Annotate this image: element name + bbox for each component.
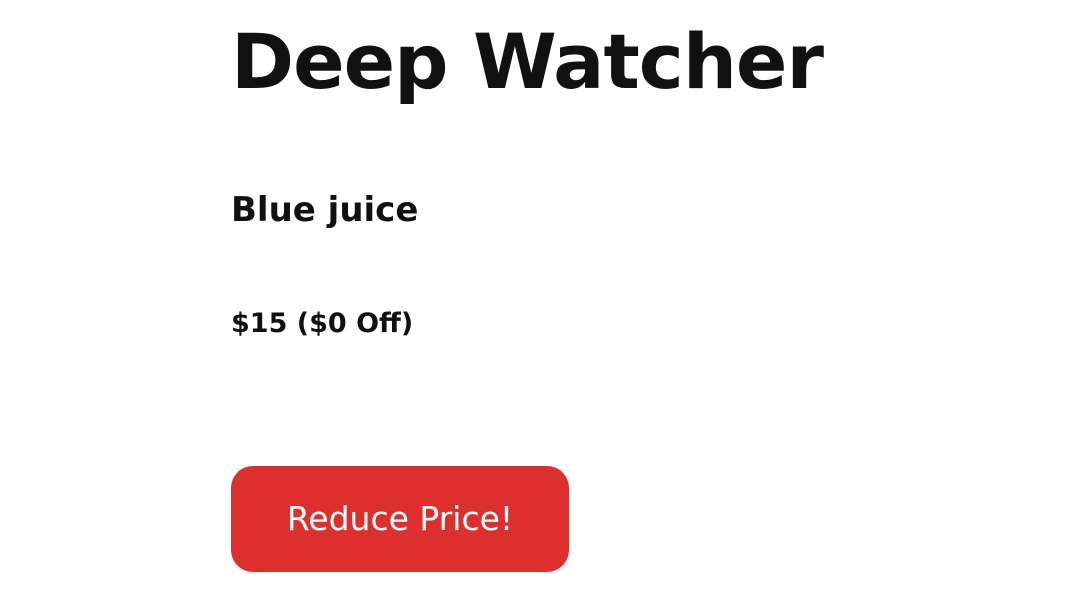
product-card: Deep Watcher Blue juice $15 ($0 Off) Red… — [231, 0, 1031, 608]
product-title: Deep Watcher — [231, 17, 824, 106]
price-label: $15 ($0 Off) — [231, 308, 414, 339]
reduce-price-button[interactable]: Reduce Price! — [231, 466, 569, 572]
product-variant: Blue juice — [231, 190, 419, 230]
